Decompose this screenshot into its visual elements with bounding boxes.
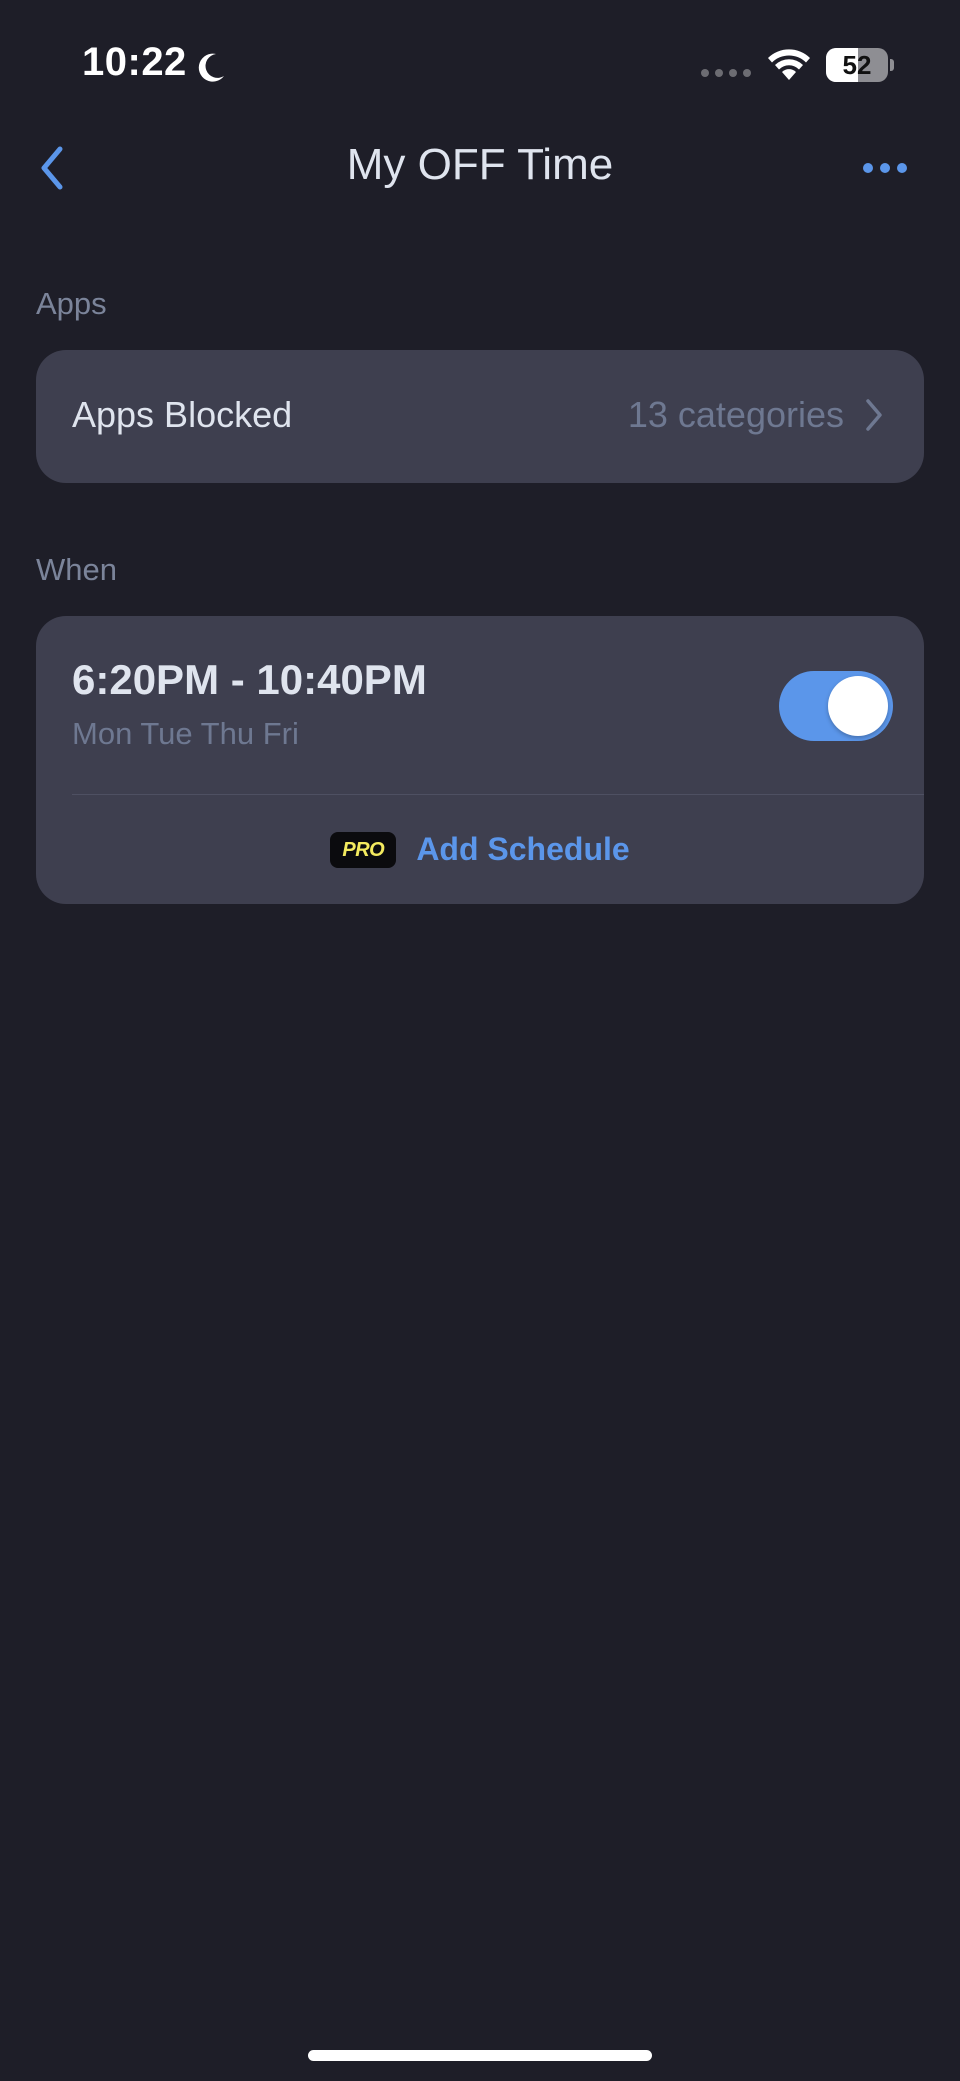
moon-icon (198, 53, 224, 82)
section-header-when: When (36, 552, 117, 587)
apps-blocked-value: 13 categories (627, 394, 844, 435)
nav-bar: My OFF Time (0, 130, 960, 206)
toggle-knob (828, 676, 888, 736)
schedule-time-range: 6:20PM - 10:40PM (72, 656, 427, 703)
more-options-button[interactable] (850, 138, 920, 198)
back-button[interactable] (20, 136, 84, 200)
ellipsis-icon (863, 163, 907, 173)
schedule-days: Mon Tue Thu Fri (72, 716, 299, 751)
chevron-left-icon (41, 146, 63, 190)
apps-blocked-label: Apps Blocked (72, 394, 293, 435)
schedule-toggle[interactable] (779, 671, 893, 741)
page-title: My OFF Time (346, 140, 614, 189)
schedule-row[interactable]: 6:20PM - 10:40PM Mon Tue Thu Fri (36, 616, 924, 794)
add-schedule-label: Add Schedule (416, 831, 630, 867)
section-header-apps: Apps (36, 286, 107, 321)
status-time: 10:22 (82, 40, 187, 84)
home-indicator (308, 2050, 652, 2061)
schedule-card: 6:20PM - 10:40PM Mon Tue Thu Fri PRO Add… (36, 616, 924, 904)
chevron-right-icon (866, 399, 882, 431)
status-bar: 10:22 52 (0, 0, 960, 130)
add-schedule-button[interactable]: PRO Add Schedule (36, 795, 924, 904)
apps-blocked-row[interactable]: Apps Blocked 13 categories (36, 350, 924, 483)
pro-badge: PRO (330, 831, 397, 868)
cellular-signal-icon (701, 69, 751, 77)
wifi-icon (768, 49, 810, 80)
battery-icon: 52 (826, 48, 894, 82)
battery-level: 52 (842, 50, 872, 80)
